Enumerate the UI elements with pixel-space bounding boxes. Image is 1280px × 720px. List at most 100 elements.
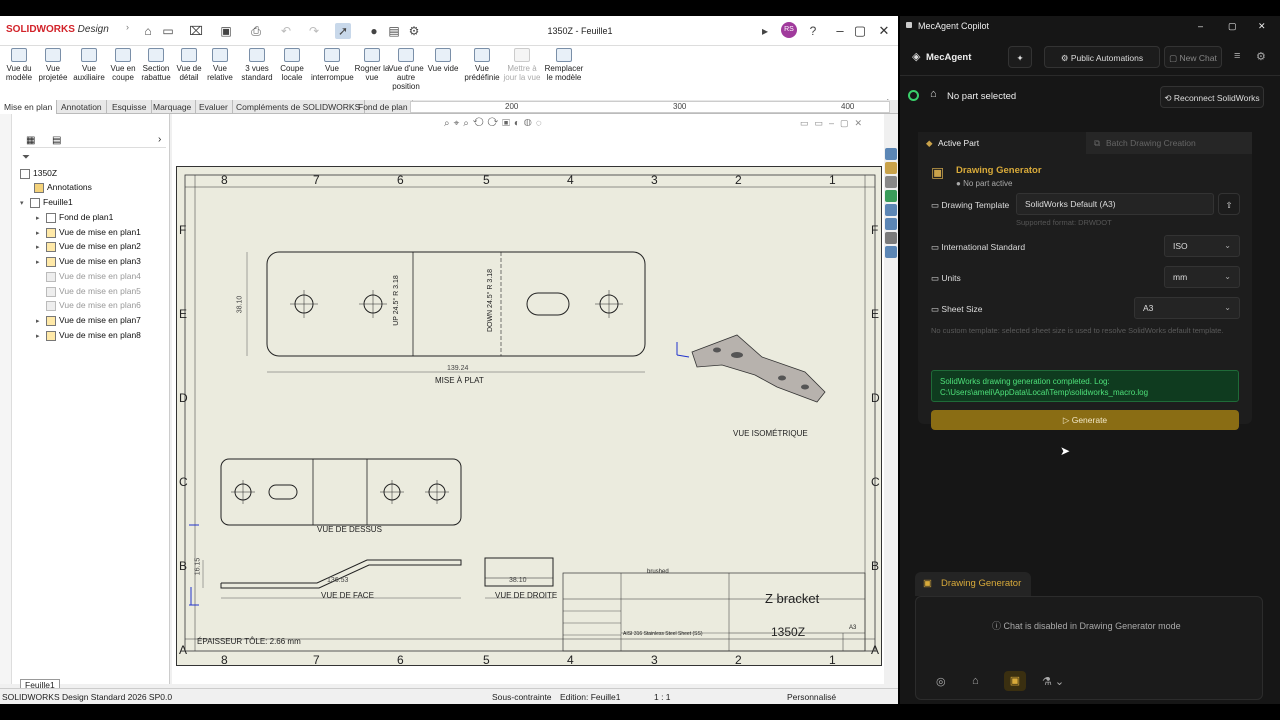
open-icon[interactable]: ⌧ bbox=[188, 23, 204, 39]
tree-item[interactable]: Vue de mise en plan5 bbox=[36, 284, 141, 298]
new-chat-button[interactable]: ▢ New Chat bbox=[1164, 46, 1222, 68]
reconnect-solidworks-button[interactable]: ⟲ Reconnect SolidWorks bbox=[1160, 86, 1264, 108]
chevron-right-icon[interactable]: › bbox=[158, 134, 161, 145]
predefined-view-button[interactable]: Vue prédéfinie bbox=[463, 48, 501, 82]
drawing-sheet[interactable]: 8 7 6 5 4 3 2 1 8 7 6 5 4 3 2 1 F E D C … bbox=[176, 166, 882, 667]
flat-height-dimension[interactable]: 38.10 bbox=[236, 296, 243, 314]
graphics-area[interactable]: ⌕⌖⌕⟲⟳▣◐◍◌ ▭▭–▢✕ 8 7 6 5 4 3 2 1 8 7 6 5 … bbox=[172, 114, 884, 684]
standard-select[interactable]: ISO ⌄ bbox=[1164, 235, 1240, 257]
expand-arrow-icon[interactable]: ▸ bbox=[36, 241, 46, 255]
rebuild-icon[interactable]: ● bbox=[366, 23, 382, 39]
tab-evaluer[interactable]: Evaluer bbox=[195, 100, 233, 114]
tree-item[interactable]: ▸ Fond de plan1 bbox=[36, 210, 113, 224]
projected-view-button[interactable]: Vue projetée bbox=[34, 48, 72, 82]
tab-active-part[interactable]: ◆ Active Part bbox=[918, 132, 1086, 154]
right-width-dimension[interactable]: 38.10 bbox=[509, 577, 527, 584]
relative-view-button[interactable]: Vue relative bbox=[201, 48, 239, 82]
property-manager-icon[interactable]: ▤ bbox=[52, 135, 61, 146]
tree-annotations[interactable]: Annotations bbox=[34, 180, 92, 194]
tab-mise-en-plan[interactable]: Mise en plan bbox=[0, 100, 58, 114]
front-width-dimension[interactable]: 136.53 bbox=[327, 577, 348, 584]
expand-arrow-icon[interactable]: ▸ bbox=[36, 256, 46, 270]
appearances-icon[interactable] bbox=[885, 190, 897, 202]
break-view-button[interactable]: Vue interrompue bbox=[311, 48, 354, 82]
expand-arrow-icon[interactable]: ▸ bbox=[36, 330, 46, 344]
model-view-button[interactable]: Vue du modèle bbox=[0, 48, 38, 82]
command-prompt-icon[interactable]: ▸ bbox=[757, 23, 773, 39]
addins-icon[interactable] bbox=[885, 246, 897, 258]
tab-complements[interactable]: Compléments de SOLIDWORKS bbox=[232, 100, 366, 114]
menu-icon[interactable]: ≡ bbox=[1234, 50, 1240, 62]
broken-out-section-button[interactable]: Coupe locale bbox=[273, 48, 311, 82]
template-select[interactable]: SolidWorks Default (A3) bbox=[1016, 193, 1214, 215]
status-scale[interactable]: 1 : 1 bbox=[654, 689, 671, 704]
help-icon[interactable]: ? bbox=[805, 23, 821, 39]
user-avatar[interactable]: RS bbox=[781, 22, 797, 38]
tab-marquage[interactable]: Marquage bbox=[149, 100, 197, 114]
viewport-controls[interactable]: ▭▭–▢✕ bbox=[800, 118, 880, 130]
save-icon[interactable]: ▣ bbox=[218, 23, 234, 39]
bend-note-down[interactable]: DOWN 24.5° R 3.18 bbox=[487, 269, 494, 332]
tree-item[interactable]: ▸ Vue de mise en plan1 bbox=[36, 225, 141, 239]
tree-item[interactable]: ▸ Vue de mise en plan3 bbox=[36, 254, 141, 268]
flask-icon[interactable]: ⚗ ⌄ bbox=[1042, 675, 1064, 688]
chevron-right-icon[interactable]: › bbox=[126, 22, 136, 32]
close-icon[interactable]: ✕ bbox=[874, 22, 894, 40]
tree-item[interactable]: Vue de mise en plan4 bbox=[36, 269, 141, 283]
isometric-view[interactable] bbox=[676, 334, 826, 403]
maximize-icon[interactable]: ▢ bbox=[1228, 16, 1237, 36]
standard-3-view-button[interactable]: 3 vues standard bbox=[238, 48, 276, 82]
bend-note-up[interactable]: UP 24.5° R 3.18 bbox=[393, 275, 400, 326]
close-icon[interactable]: ✕ bbox=[1258, 16, 1266, 36]
alternate-position-button[interactable]: Vue d'une autre position bbox=[387, 48, 425, 91]
drawing-mode-icon[interactable]: ▣ bbox=[1004, 671, 1026, 691]
public-automations-button[interactable]: ⚙ Public Automations bbox=[1044, 46, 1160, 68]
tree-sheet[interactable]: ▾ Feuille1 bbox=[20, 195, 73, 209]
file-explorer-icon[interactable] bbox=[885, 176, 897, 188]
auxiliary-view-button[interactable]: Vue auxiliaire bbox=[70, 48, 108, 82]
crop-view-button[interactable]: Rogner la vue bbox=[353, 48, 391, 82]
settings-gear-icon[interactable]: ⚙ bbox=[1256, 50, 1266, 63]
options-gear-icon[interactable]: ⚙ bbox=[406, 23, 422, 39]
minimize-icon[interactable]: – bbox=[1198, 16, 1203, 36]
redo-icon[interactable]: ↷ bbox=[306, 23, 322, 39]
expand-arrow-icon[interactable]: ▸ bbox=[36, 212, 46, 226]
context-icon[interactable]: ◎ bbox=[936, 675, 946, 688]
status-units[interactable]: Personnalisé bbox=[787, 689, 836, 704]
home-icon[interactable]: ⌂ bbox=[140, 23, 156, 39]
empty-view-button[interactable]: Vue vide bbox=[424, 48, 462, 73]
heads-up-view-toolbar[interactable]: ⌕⌖⌕⟲⟳▣◐◍◌ bbox=[444, 118, 614, 132]
new-document-icon[interactable]: ▭ bbox=[160, 23, 176, 39]
view-palette-icon[interactable] bbox=[885, 204, 897, 216]
tree-item[interactable]: ▸ Vue de mise en plan2 bbox=[36, 239, 141, 253]
top-view[interactable] bbox=[189, 458, 462, 526]
tab-annotation[interactable]: Annotation bbox=[57, 100, 107, 114]
select-cursor-icon[interactable]: ➚ bbox=[335, 23, 351, 39]
flat-width-dimension[interactable]: 139.24 bbox=[447, 365, 468, 372]
tools-icon[interactable] bbox=[885, 232, 897, 244]
tree-item[interactable]: ▸ Vue de mise en plan7 bbox=[36, 313, 141, 327]
filter-icon[interactable]: ⏷ bbox=[22, 152, 30, 163]
sheet-size-select[interactable]: A3 ⌄ bbox=[1134, 297, 1240, 319]
replace-model-button[interactable]: Remplacer le modèle bbox=[542, 48, 586, 82]
tree-root[interactable]: 1350Z bbox=[20, 166, 57, 180]
tab-batch-drawing[interactable]: ⧉ Batch Drawing Creation bbox=[1086, 132, 1252, 154]
file-properties-icon[interactable]: ▤ bbox=[386, 23, 402, 39]
update-view-button[interactable]: Mettre à jour la vue bbox=[503, 48, 541, 82]
part-icon[interactable]: ⌂ bbox=[972, 675, 979, 687]
units-select[interactable]: mm ⌄ bbox=[1164, 266, 1240, 288]
design-library-icon[interactable] bbox=[885, 162, 897, 174]
automation-icon-button[interactable]: ✦ bbox=[1008, 46, 1032, 68]
tab-esquisse[interactable]: Esquisse bbox=[108, 100, 152, 114]
tree-item[interactable]: ▸ Vue de mise en plan8 bbox=[36, 328, 141, 342]
tree-item[interactable]: Vue de mise en plan6 bbox=[36, 298, 141, 312]
minimize-icon[interactable]: – bbox=[830, 22, 850, 40]
undo-icon[interactable]: ↶ bbox=[278, 23, 294, 39]
maximize-icon[interactable]: ▢ bbox=[850, 22, 870, 40]
title-block[interactable] bbox=[562, 572, 866, 652]
upload-template-button[interactable]: ⇧ bbox=[1218, 193, 1240, 215]
expand-arrow-icon[interactable]: ▸ bbox=[36, 315, 46, 329]
collapse-arrow-icon[interactable]: ▾ bbox=[20, 197, 30, 211]
print-icon[interactable]: ⎙ bbox=[248, 23, 264, 39]
solidworks-resources-icon[interactable] bbox=[885, 148, 897, 160]
